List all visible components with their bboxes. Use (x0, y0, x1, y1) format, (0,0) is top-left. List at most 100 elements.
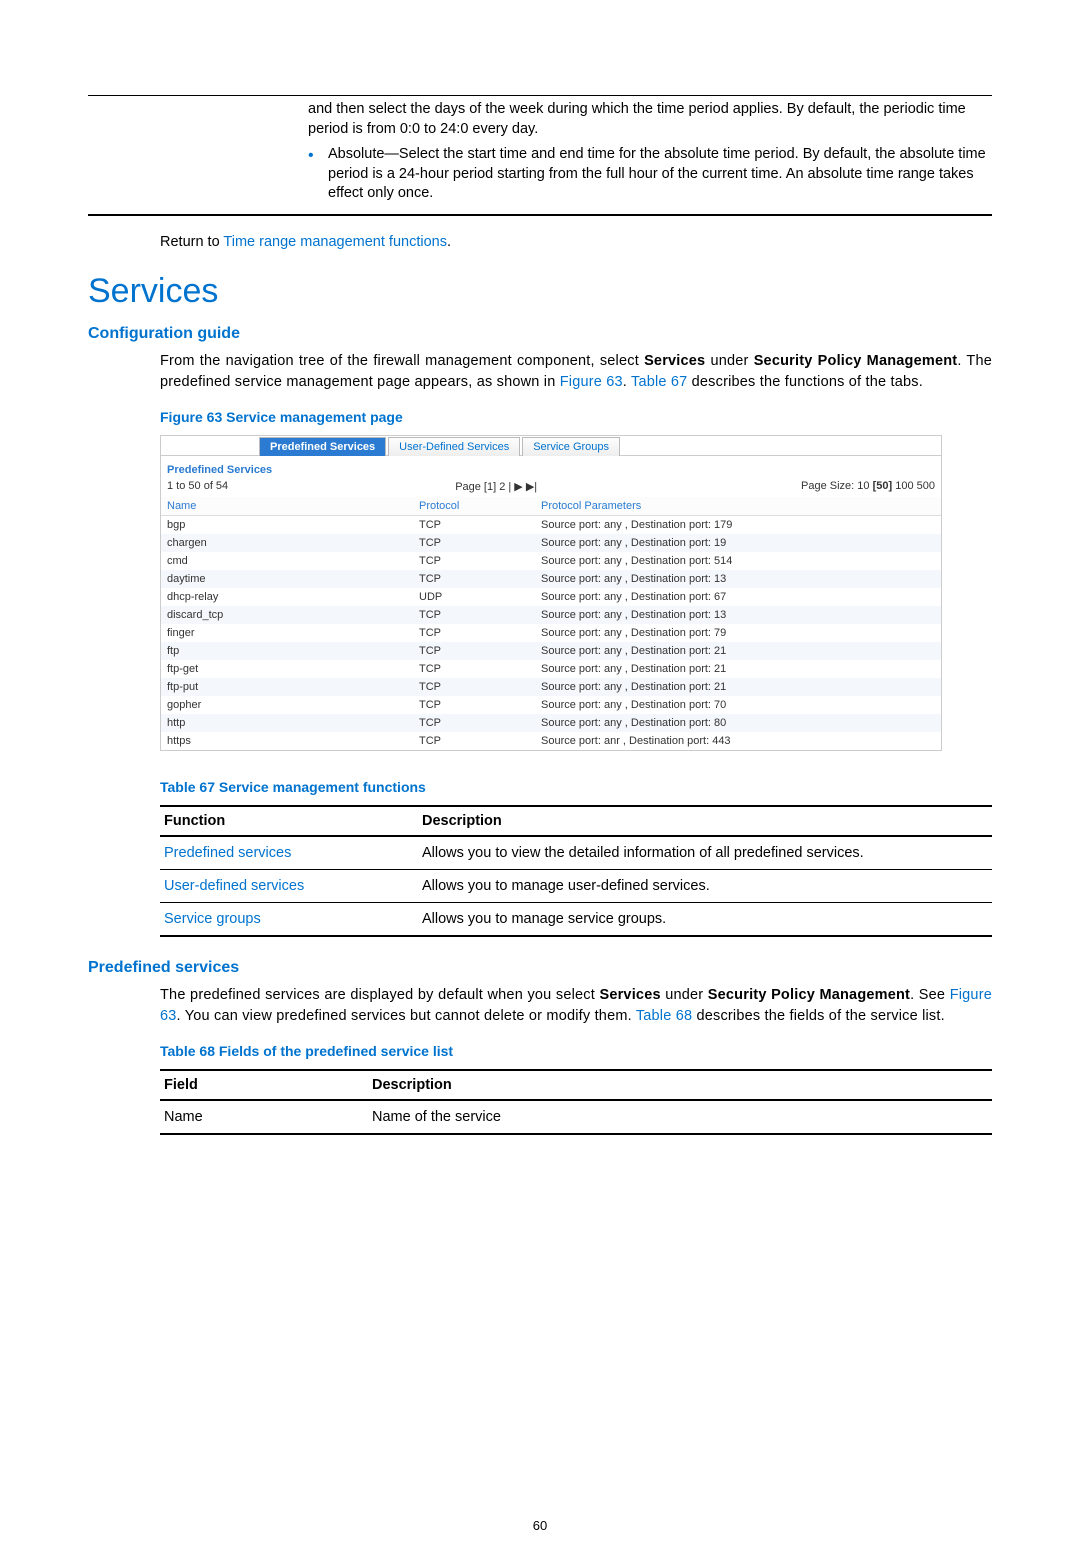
cell-name: bgp (161, 515, 413, 534)
table-row: Predefined services Allows you to view th… (160, 836, 992, 870)
table-row: httpsTCPSource port: anr , Destination p… (161, 732, 941, 750)
table-row: NameName of the service (160, 1100, 992, 1134)
cell-protocol: TCP (413, 678, 535, 696)
table-row: ftpTCPSource port: any , Destination por… (161, 642, 941, 660)
page-number: 60 (0, 1518, 1080, 1533)
cell-protocol: TCP (413, 660, 535, 678)
cell-name: daytime (161, 570, 413, 588)
t67-head-description: Description (418, 806, 992, 836)
table-row: Service groups Allows you to manage servi… (160, 902, 992, 936)
cell-name: dhcp-relay (161, 588, 413, 606)
cell-protocol: TCP (413, 642, 535, 660)
predef-paragraph: The predefined services are displayed by… (160, 985, 992, 1027)
table-row: chargenTCPSource port: any , Destination… (161, 534, 941, 552)
cell-protocol: TCP (413, 515, 535, 534)
cell-name: http (161, 714, 413, 732)
cell-protocol: TCP (413, 696, 535, 714)
table-67: Function Description Predefined services… (160, 805, 992, 937)
table-row: ftp-putTCPSource port: any , Destination… (161, 678, 941, 696)
cell-name: discard_tcp (161, 606, 413, 624)
figure-63-screenshot: Predefined Services User-Defined Service… (160, 435, 942, 751)
cell-params: Source port: any , Destination port: 13 (535, 570, 941, 588)
tab-service-groups[interactable]: Service Groups (522, 437, 620, 456)
config-paragraph: From the navigation tree of the firewall… (160, 351, 992, 393)
table-row: ftp-getTCPSource port: any , Destination… (161, 660, 941, 678)
cell-params: Source port: any , Destination port: 21 (535, 678, 941, 696)
cell-params: Source port: any , Destination port: 19 (535, 534, 941, 552)
cell-params: Source port: any , Destination port: 514 (535, 552, 941, 570)
cell-params: Source port: any , Destination port: 67 (535, 588, 941, 606)
predefined-services-table: Name Protocol Protocol Parameters bgpTCP… (161, 497, 941, 750)
t67-desc: Allows you to manage service groups. (418, 902, 992, 936)
cell-name: https (161, 732, 413, 750)
figure-63-caption: Figure 63 Service management page (160, 409, 992, 425)
table-row: httpTCPSource port: any , Destination po… (161, 714, 941, 732)
t68-desc: Name of the service (368, 1100, 992, 1134)
cell-name: gopher (161, 696, 413, 714)
cell-name: ftp-get (161, 660, 413, 678)
link-figure-63[interactable]: Figure 63 (560, 374, 623, 390)
cell-protocol: TCP (413, 714, 535, 732)
link-table-68[interactable]: Table 68 (636, 1008, 692, 1024)
cell-protocol: TCP (413, 570, 535, 588)
cell-params: Source port: any , Destination port: 21 (535, 660, 941, 678)
return-prefix: Return to (160, 234, 223, 250)
cell-protocol: TCP (413, 624, 535, 642)
fig-count-text: 1 to 50 of 54 (167, 480, 455, 492)
heading-predefined-services: Predefined services (88, 959, 992, 977)
absolute-note-text: Absolute—Select the start time and end t… (328, 145, 992, 204)
fig-page-size: Page Size: 10 [50] 100 500 (801, 480, 935, 492)
heading-services: Services (88, 272, 992, 311)
table-row: cmdTCPSource port: any , Destination por… (161, 552, 941, 570)
t67-function-link[interactable]: Predefined services (164, 845, 291, 861)
cell-params: Source port: anr , Destination port: 443 (535, 732, 941, 750)
cell-params: Source port: any , Destination port: 80 (535, 714, 941, 732)
cell-protocol: TCP (413, 606, 535, 624)
t67-function-link[interactable]: User-defined services (164, 878, 304, 894)
cell-name: finger (161, 624, 413, 642)
periodic-note-text: and then select the days of the week dur… (308, 100, 992, 139)
t67-desc: Allows you to view the detailed informat… (418, 836, 992, 870)
table-row: dhcp-relayUDPSource port: any , Destinat… (161, 588, 941, 606)
cell-name: ftp-put (161, 678, 413, 696)
cell-name: cmd (161, 552, 413, 570)
return-link[interactable]: Time range management functions (223, 234, 447, 250)
fig-section-title: Predefined Services (161, 456, 941, 478)
cell-protocol: TCP (413, 732, 535, 750)
tab-user-defined-services[interactable]: User-Defined Services (388, 437, 520, 456)
table-68: Field Description NameName of the servic… (160, 1069, 992, 1135)
cell-protocol: TCP (413, 552, 535, 570)
col-protocol-parameters[interactable]: Protocol Parameters (535, 497, 941, 516)
t67-function-link[interactable]: Service groups (164, 911, 261, 927)
cell-name: chargen (161, 534, 413, 552)
bullet-icon: • (308, 145, 328, 204)
table-row: fingerTCPSource port: any , Destination … (161, 624, 941, 642)
table-row: User-defined servicesAllows you to manag… (160, 869, 992, 902)
table-row: bgpTCPSource port: any , Destination por… (161, 515, 941, 534)
col-name[interactable]: Name (161, 497, 413, 516)
cell-params: Source port: any , Destination port: 79 (535, 624, 941, 642)
t67-head-function: Function (160, 806, 418, 836)
tab-predefined-services[interactable]: Predefined Services (259, 437, 386, 456)
t68-head-field: Field (160, 1070, 368, 1100)
cell-name: ftp (161, 642, 413, 660)
link-table-67[interactable]: Table 67 (631, 374, 687, 390)
table-row: discard_tcpTCPSource port: any , Destina… (161, 606, 941, 624)
cell-protocol: UDP (413, 588, 535, 606)
t68-head-description: Description (368, 1070, 992, 1100)
cell-params: Source port: any , Destination port: 179 (535, 515, 941, 534)
cell-params: Source port: any , Destination port: 13 (535, 606, 941, 624)
time-period-note: and then select the days of the week dur… (88, 95, 992, 216)
cell-params: Source port: any , Destination port: 21 (535, 642, 941, 660)
table-67-caption: Table 67 Service management functions (160, 779, 992, 795)
table-68-caption: Table 68 Fields of the predefined servic… (160, 1043, 992, 1059)
return-suffix: . (447, 234, 451, 250)
t68-field: Name (160, 1100, 368, 1134)
return-line: Return to Time range management function… (160, 234, 992, 250)
col-protocol[interactable]: Protocol (413, 497, 535, 516)
heading-config-guide: Configuration guide (88, 325, 992, 343)
cell-params: Source port: any , Destination port: 70 (535, 696, 941, 714)
table-row: daytimeTCPSource port: any , Destination… (161, 570, 941, 588)
cell-protocol: TCP (413, 534, 535, 552)
fig-page-nav[interactable]: Page [1] 2 | ▶ ▶| (455, 480, 801, 493)
